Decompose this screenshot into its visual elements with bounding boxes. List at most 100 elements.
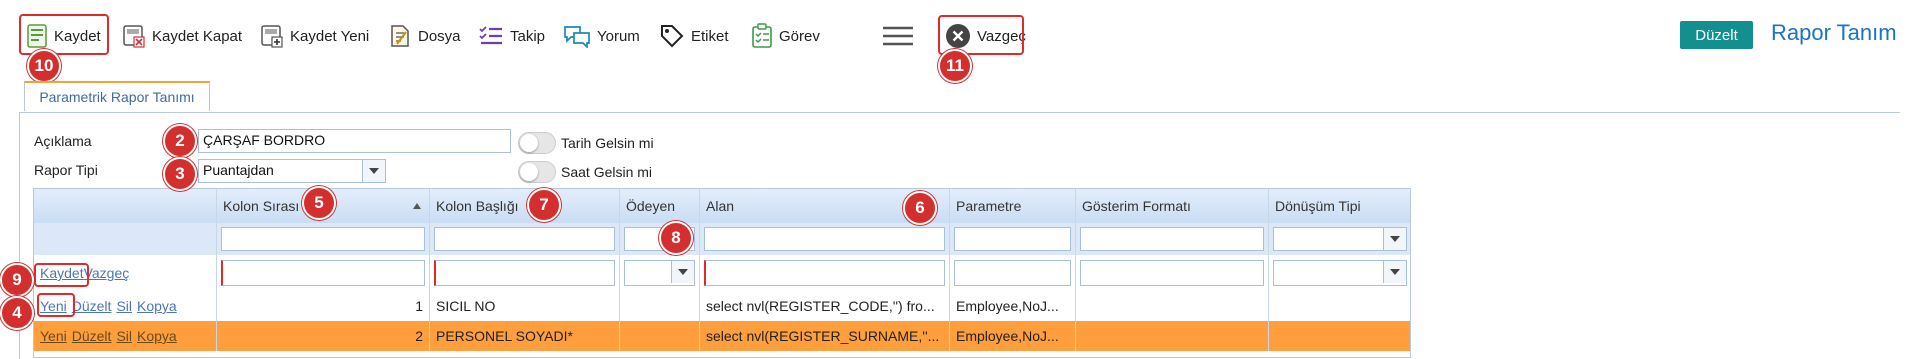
header-actions-cell xyxy=(34,189,217,223)
column-header-label: Ödeyen xyxy=(626,198,676,214)
cell-kolon-basligi: SICIL NO xyxy=(430,291,620,321)
cell-gosterim xyxy=(1076,291,1269,321)
edit-cell xyxy=(620,255,700,291)
comment-button[interactable]: Yorum xyxy=(563,18,640,54)
filter-kolon-sirasi-input[interactable] xyxy=(221,227,425,251)
filter-parametre-input[interactable] xyxy=(954,227,1071,251)
row-cancel-link[interactable]: Vazgeç xyxy=(84,265,130,281)
chevron-down-icon[interactable] xyxy=(671,261,694,283)
column-header-gosterim-formati[interactable]: Gösterim Formatı xyxy=(1076,189,1269,223)
column-header-label: Dönüşüm Tipi xyxy=(1275,198,1361,214)
grid-edit-row: Kaydet Vazgeç xyxy=(34,255,1410,292)
aciklama-input[interactable]: ÇARŞAF BORDRO xyxy=(198,129,511,153)
row-delete-link[interactable]: Sil xyxy=(116,328,132,344)
edit-cell xyxy=(950,255,1076,291)
report-columns-grid: Kolon Sırası Kolon Başlığı Ödeyen Alan P… xyxy=(33,188,1411,358)
tag-icon xyxy=(659,23,685,49)
edit-button[interactable]: Düzelt xyxy=(1680,21,1753,49)
edit-cell xyxy=(700,255,950,291)
page-title: Rapor Tanım xyxy=(1771,20,1897,45)
row-delete-link[interactable]: Sil xyxy=(116,298,132,314)
edit-kolon-sirasi-input[interactable] xyxy=(221,260,425,286)
task-button[interactable]: Görev xyxy=(751,18,820,54)
task-label: Görev xyxy=(779,27,820,45)
annotation-marker: 3 xyxy=(163,157,197,191)
comment-icon xyxy=(563,24,591,48)
column-header-donusum-tipi[interactable]: Dönüşüm Tipi xyxy=(1269,189,1410,223)
column-header-label: Kolon Sırası xyxy=(223,198,300,214)
edit-kolon-basligi-input[interactable] xyxy=(434,260,615,286)
annotation-marker: 6 xyxy=(903,191,937,225)
cell-donusum xyxy=(1269,291,1410,321)
filter-alan-input[interactable] xyxy=(704,227,945,251)
save-new-icon xyxy=(260,24,284,48)
chevron-down-icon[interactable] xyxy=(362,160,385,182)
save-close-icon xyxy=(122,24,146,48)
row-edit-link[interactable]: Düzelt xyxy=(72,328,112,344)
edit-odeyen-select[interactable] xyxy=(624,260,695,286)
file-label: Dosya xyxy=(418,27,461,45)
rapor-tipi-label: Rapor Tipi xyxy=(34,162,98,178)
highlight-box-row-new xyxy=(37,293,75,317)
save-new-label: Kaydet Yeni xyxy=(290,27,370,45)
column-header-label: Parametre xyxy=(956,198,1022,214)
row-copy-link[interactable]: Kopya xyxy=(137,298,177,314)
cell-gosterim xyxy=(1076,321,1269,351)
annotation-marker: 10 xyxy=(27,49,61,83)
filter-donusum-select[interactable] xyxy=(1273,227,1407,251)
cell-alan: select nvl(REGISTER_SURNAME,''... xyxy=(700,321,950,351)
grid-header-row: Kolon Sırası Kolon Başlığı Ödeyen Alan P… xyxy=(34,189,1410,224)
comment-label: Yorum xyxy=(597,27,640,45)
column-header-label: Gösterim Formatı xyxy=(1082,198,1191,214)
cell-kolon-sirasi: 2 xyxy=(217,321,430,351)
save-close-button[interactable]: Kaydet Kapat xyxy=(122,18,242,54)
highlight-box-row-save xyxy=(34,263,89,287)
row-new-link[interactable]: Yeni xyxy=(40,328,67,344)
save-new-button[interactable]: Kaydet Yeni xyxy=(260,18,369,54)
tag-button[interactable]: Etiket xyxy=(659,18,729,54)
annotation-marker: 7 xyxy=(527,188,561,222)
chevron-down-icon[interactable] xyxy=(1383,228,1406,250)
column-header-kolon-basligi[interactable]: Kolon Başlığı xyxy=(430,189,620,223)
annotation-marker: 4 xyxy=(0,296,34,330)
column-header-odeyen[interactable]: Ödeyen xyxy=(620,189,700,223)
tag-label: Etiket xyxy=(691,27,729,45)
edit-alan-input[interactable] xyxy=(704,260,945,286)
row-edit-link[interactable]: Düzelt xyxy=(72,298,112,314)
cell-odeyen xyxy=(620,321,700,351)
filter-cell xyxy=(700,223,950,255)
table-row-partial xyxy=(34,351,1410,357)
edit-parametre-input[interactable] xyxy=(954,260,1071,286)
edit-gosterim-input[interactable] xyxy=(1080,260,1264,286)
highlight-box-save xyxy=(19,14,109,55)
cell-donusum xyxy=(1269,321,1410,351)
row-copy-link[interactable]: Kopya xyxy=(137,328,177,344)
follow-button[interactable]: Takip xyxy=(478,18,545,54)
filter-empty-cell xyxy=(34,223,217,255)
cell-parametre: Employee,NoJ... xyxy=(950,321,1076,351)
edit-donusum-select[interactable] xyxy=(1273,260,1407,286)
table-row[interactable]: Yeni Düzelt Sil Kopya 1 SICIL NO select … xyxy=(34,291,1410,322)
cell-kolon-sirasi: 1 xyxy=(217,291,430,321)
rapor-tipi-select[interactable]: Puantajdan xyxy=(198,159,386,183)
follow-label: Takip xyxy=(510,27,546,45)
table-row-selected[interactable]: Yeni Düzelt Sil Kopya 2 PERSONEL SOYADI*… xyxy=(34,321,1410,352)
menu-hamburger-icon[interactable] xyxy=(882,26,914,49)
filter-cell xyxy=(430,223,620,255)
chevron-down-icon[interactable] xyxy=(1383,261,1406,283)
saat-toggle[interactable] xyxy=(518,161,556,183)
filter-gosterim-input[interactable] xyxy=(1080,227,1264,251)
tarih-toggle[interactable] xyxy=(518,132,556,154)
annotation-marker: 9 xyxy=(0,263,34,297)
sort-ascending-icon xyxy=(413,203,421,209)
tab-parametrik-rapor[interactable]: Parametrik Rapor Tanımı xyxy=(24,81,210,111)
column-header-parametre[interactable]: Parametre xyxy=(950,189,1076,223)
cell-odeyen xyxy=(620,291,700,321)
annotation-marker: 2 xyxy=(163,124,197,158)
grid-filter-row xyxy=(34,223,1410,256)
file-button[interactable]: Dosya xyxy=(388,18,461,54)
edit-cell xyxy=(1076,255,1269,291)
file-icon xyxy=(388,24,412,48)
filter-kolon-basligi-input[interactable] xyxy=(434,227,615,251)
edit-cell xyxy=(1269,255,1410,291)
